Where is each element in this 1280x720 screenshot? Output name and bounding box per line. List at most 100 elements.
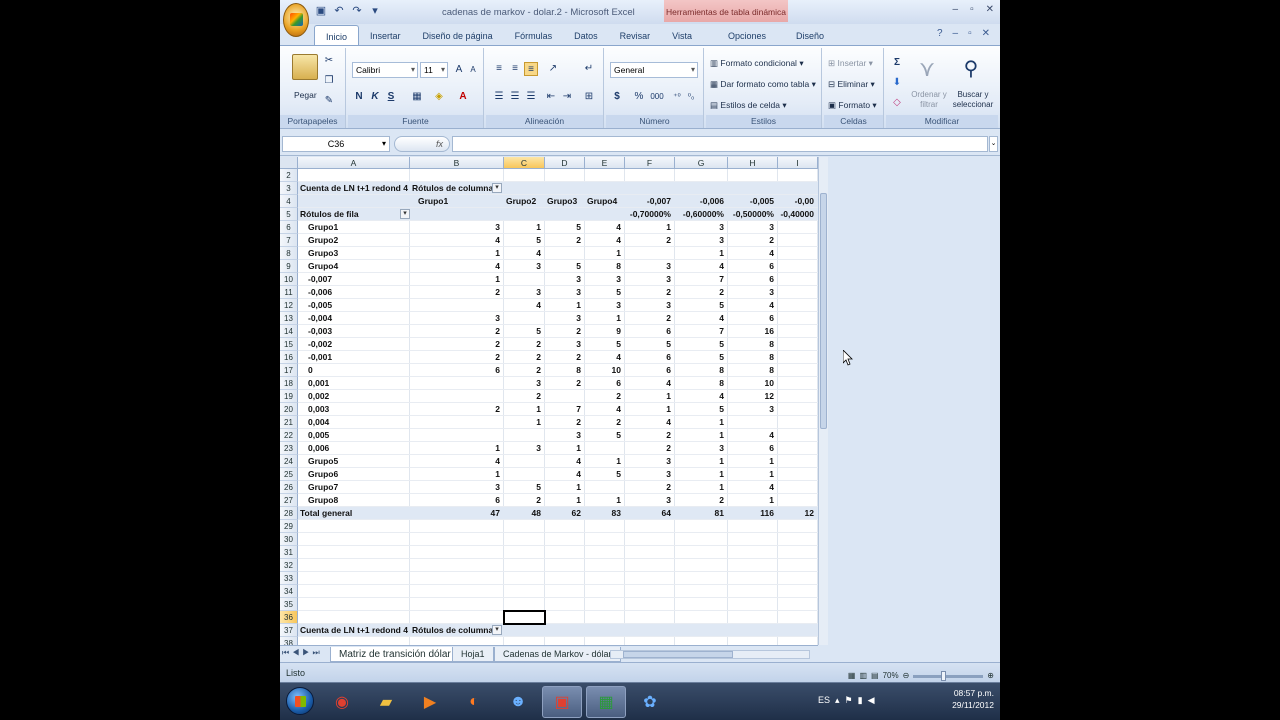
underline-button[interactable]: S: [384, 90, 398, 104]
pivot-row-label[interactable]: -0,001: [300, 351, 410, 364]
close-icon[interactable]: ✕: [986, 4, 994, 15]
row-header[interactable]: 17: [280, 364, 298, 377]
row-header[interactable]: 3: [280, 182, 298, 195]
pivot-value-cell[interactable]: 3: [587, 273, 625, 286]
pivot-value-cell[interactable]: [587, 442, 625, 455]
sheet-tab-hoja1[interactable]: Hoja1: [452, 647, 494, 662]
clear-icon[interactable]: ◇: [890, 96, 904, 110]
row-header[interactable]: 35: [280, 598, 298, 611]
pivot-value-cell[interactable]: 2: [547, 416, 585, 429]
insert-cells-button[interactable]: ⊞ Insertar ▾: [828, 58, 873, 69]
row-header[interactable]: 28: [280, 507, 298, 520]
pivot-value-cell[interactable]: 3: [730, 403, 778, 416]
grand-total-cell[interactable]: 62: [547, 507, 585, 520]
pivot-value-cell[interactable]: 4: [677, 260, 728, 273]
pivot-value-cell[interactable]: 3: [627, 299, 675, 312]
column-group-label[interactable]: -0,005: [730, 195, 778, 208]
row-header[interactable]: 6: [280, 221, 298, 234]
pivot-value-cell[interactable]: 6: [730, 273, 778, 286]
pivot-value-cell[interactable]: [506, 312, 545, 325]
pivot-value-cell[interactable]: 2: [730, 234, 778, 247]
pivot-value-cell[interactable]: 3: [506, 286, 545, 299]
pivot-value-cell[interactable]: [506, 468, 545, 481]
pivot-value-cell[interactable]: 2: [412, 351, 504, 364]
pivot-value-cell[interactable]: 1: [547, 299, 585, 312]
copy-icon[interactable]: ❐: [322, 74, 336, 88]
page-break-icon[interactable]: ▤: [871, 666, 879, 682]
pivot-value-cell[interactable]: 1: [677, 429, 728, 442]
row-header[interactable]: 30: [280, 533, 298, 546]
column-header-f[interactable]: F: [625, 157, 675, 169]
grand-total-cell[interactable]: 81: [677, 507, 728, 520]
pivot-value-cell[interactable]: 3: [547, 286, 585, 299]
pivot-value-cell[interactable]: 8: [677, 377, 728, 390]
network-icon[interactable]: ▮: [858, 695, 863, 706]
pivot-row-label[interactable]: -0,007: [300, 273, 410, 286]
column-header-c[interactable]: C: [504, 157, 545, 169]
row-header[interactable]: 37: [280, 624, 298, 637]
orientation-icon[interactable]: ↗: [546, 62, 560, 76]
pivot-value-cell[interactable]: 2: [627, 442, 675, 455]
merge-center-icon[interactable]: ⊞: [582, 90, 596, 104]
row-header[interactable]: 38: [280, 637, 298, 645]
decrease-indent-icon[interactable]: ⇤: [544, 90, 558, 104]
action-center-icon[interactable]: ⚑: [845, 695, 853, 706]
pivot-value-cell[interactable]: [730, 416, 778, 429]
pivot-value-cell[interactable]: 2: [506, 390, 545, 403]
pivot-row-label[interactable]: Grupo8: [300, 494, 410, 507]
pivot-value-cell[interactable]: [506, 455, 545, 468]
row-header[interactable]: 36: [280, 611, 298, 624]
pivot-value-cell[interactable]: 2: [587, 416, 625, 429]
paste-icon[interactable]: [292, 54, 318, 80]
pivot-value-cell[interactable]: [412, 377, 504, 390]
pivot-value-cell[interactable]: 2: [627, 234, 675, 247]
pivot-value-cell[interactable]: 2: [677, 286, 728, 299]
customize-qat-icon[interactable]: ▾: [368, 5, 382, 18]
pivot-value-cell[interactable]: 3: [547, 273, 585, 286]
pivot-row-label[interactable]: Grupo3: [300, 247, 410, 260]
font-color-icon[interactable]: A: [456, 90, 470, 104]
column-header-a[interactable]: A: [298, 157, 410, 169]
column-header-g[interactable]: G: [675, 157, 728, 169]
media-icon[interactable]: ▶: [410, 686, 450, 718]
pivot-value-cell[interactable]: [547, 247, 585, 260]
pivot-value-cell[interactable]: [412, 416, 504, 429]
format-painter-icon[interactable]: ✎: [322, 94, 336, 108]
tab-diseno[interactable]: Diseño: [785, 25, 835, 45]
pivot-value-cell[interactable]: 2: [506, 338, 545, 351]
volume-icon[interactable]: ◀: [868, 695, 875, 706]
pivot-value-cell[interactable]: 4: [627, 416, 675, 429]
pivot-value-cell[interactable]: 4: [587, 403, 625, 416]
pivot2-filter-icon[interactable]: ▾: [492, 625, 502, 635]
sheet-nav-arrows-icon[interactable]: ⏮◀▶⏭: [282, 648, 323, 658]
show-hidden-icon[interactable]: ▴: [835, 695, 840, 706]
pivot-value-cell[interactable]: [506, 429, 545, 442]
align-top-icon[interactable]: ≡: [492, 62, 506, 76]
pivot-value-cell[interactable]: 2: [547, 325, 585, 338]
pivot-value-cell[interactable]: 2: [412, 286, 504, 299]
pivot-value-cell[interactable]: 2: [587, 390, 625, 403]
pivot-value-cell[interactable]: 5: [677, 338, 728, 351]
pivot-value-cell[interactable]: 5: [506, 234, 545, 247]
pivot-value-cell[interactable]: 3: [627, 260, 675, 273]
cut-icon[interactable]: ✂: [322, 54, 336, 68]
pivot-value-cell[interactable]: 6: [730, 442, 778, 455]
pivot-value-cell[interactable]: 5: [587, 468, 625, 481]
pivot-value-cell[interactable]: 2: [627, 481, 675, 494]
active-cell-c36[interactable]: [503, 610, 546, 625]
row-header[interactable]: 23: [280, 442, 298, 455]
language-indicator[interactable]: ES: [818, 695, 830, 706]
app-icon[interactable]: ✿: [630, 686, 670, 718]
row-header[interactable]: 18: [280, 377, 298, 390]
row-header[interactable]: 34: [280, 585, 298, 598]
horizontal-scroll-thumb[interactable]: [623, 651, 733, 658]
pivot-value-cell[interactable]: 3: [412, 312, 504, 325]
pivot-value-cell[interactable]: 1: [587, 455, 625, 468]
pivot-value-cell[interactable]: 3: [506, 377, 545, 390]
pivot-row-label[interactable]: -0,003: [300, 325, 410, 338]
zoom-slider[interactable]: [913, 670, 984, 681]
pivot-value-cell[interactable]: 6: [730, 260, 778, 273]
page-layout-icon[interactable]: ▥: [859, 666, 867, 682]
powerpoint-icon[interactable]: ▣: [542, 686, 582, 718]
ribbon-minimize-icon[interactable]: –: [953, 28, 959, 39]
